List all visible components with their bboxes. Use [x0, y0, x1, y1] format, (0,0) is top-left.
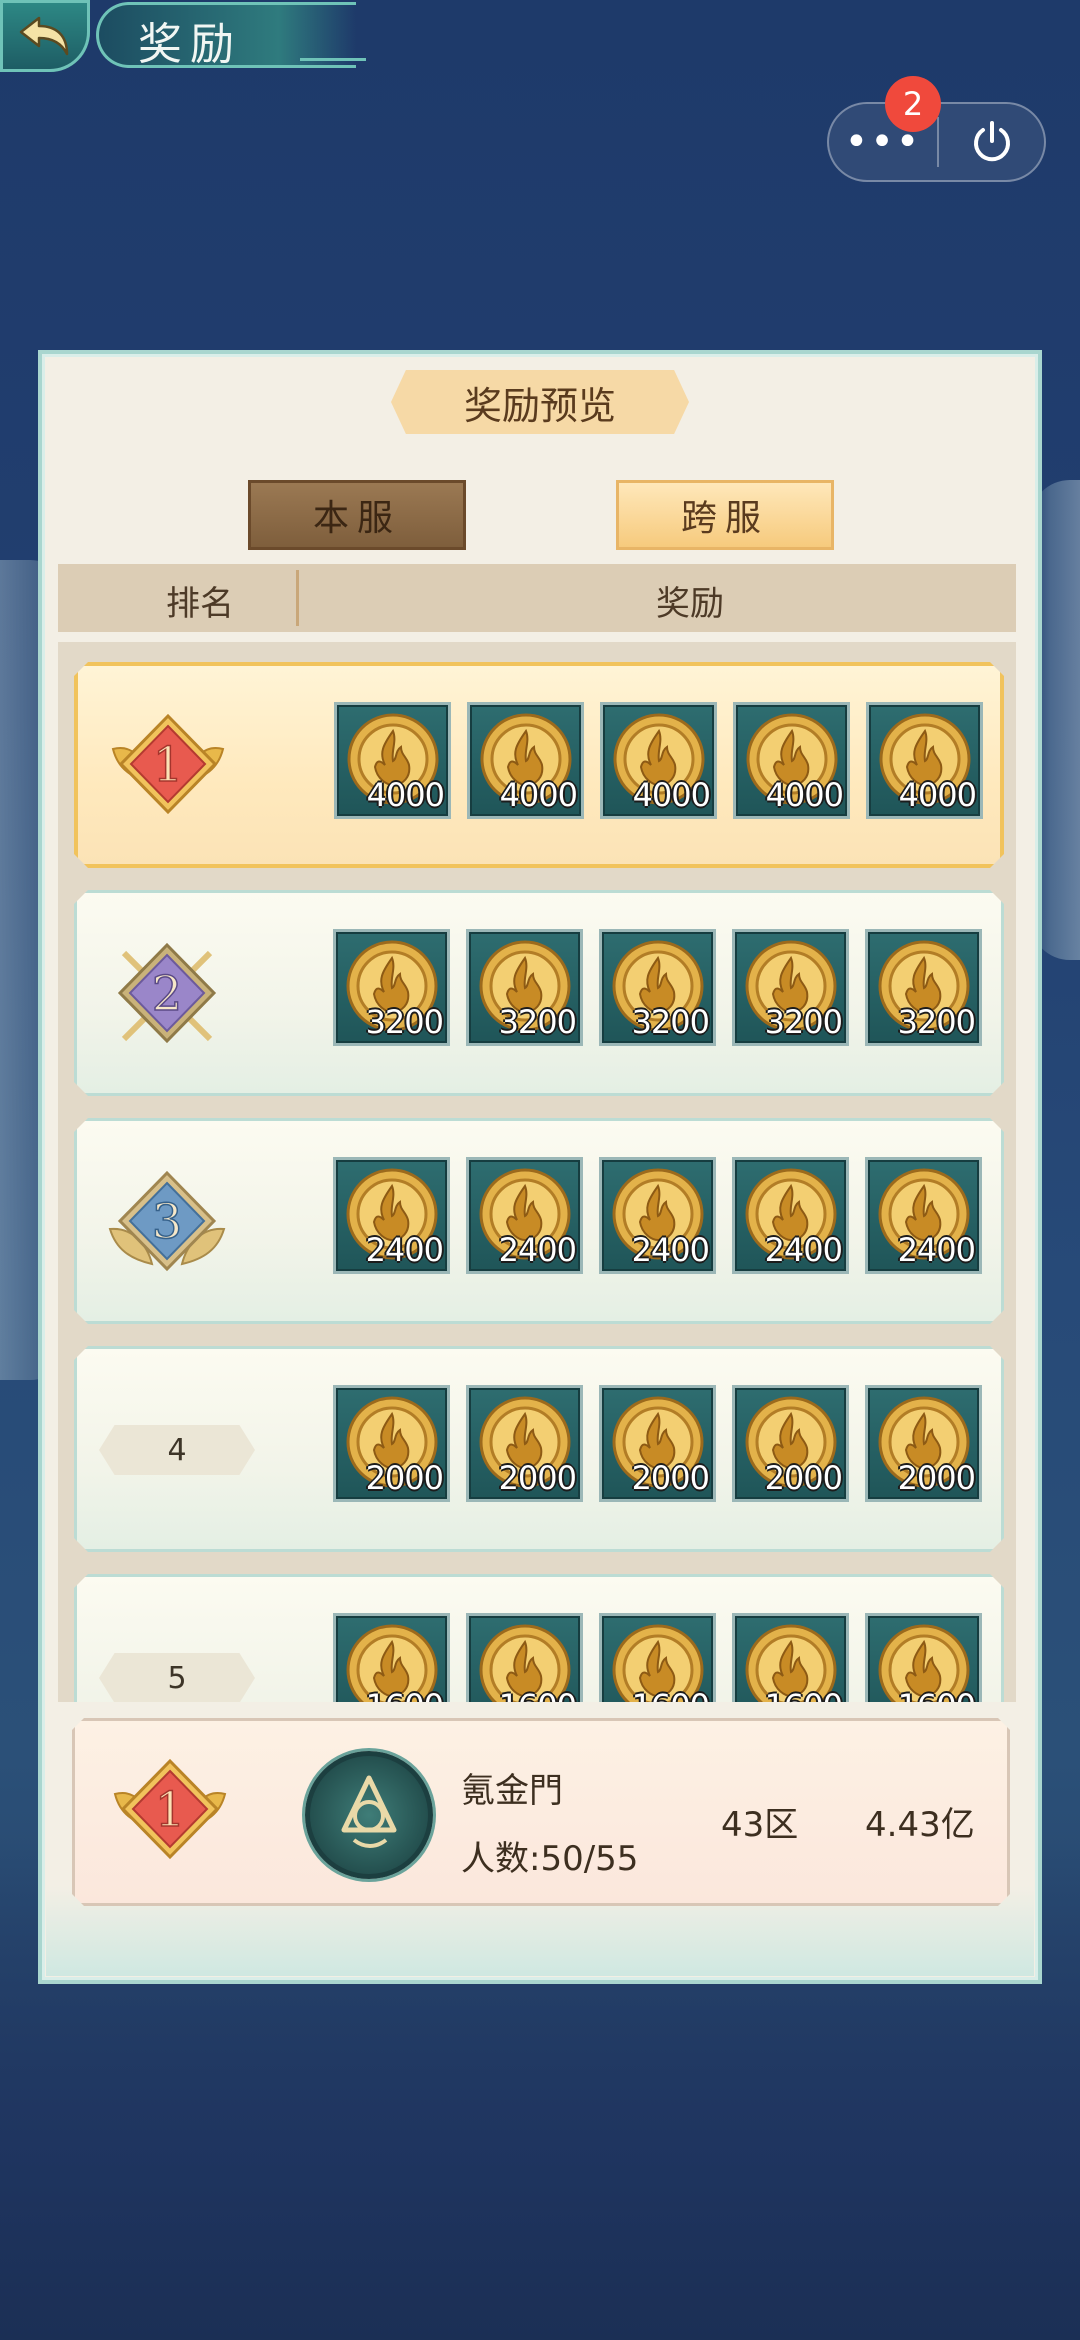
reward-item[interactable]: 4000	[866, 702, 983, 819]
svg-text:2: 2	[152, 966, 183, 1022]
reward-item[interactable]: 3200	[466, 929, 583, 1046]
reward-count: 4000	[765, 776, 843, 814]
tab-local-server[interactable]: 本服	[248, 480, 466, 550]
reward-item[interactable]: 1600	[333, 1613, 450, 1702]
reward-row-5: 5 1600 1600 1600 1600 1600	[74, 1574, 1004, 1702]
back-button[interactable]	[0, 0, 90, 72]
reward-count: 2400	[897, 1231, 975, 1269]
reward-count: 2000	[631, 1459, 709, 1497]
reward-list[interactable]: 1 4000 4000 4000 4000 4000 2 3200 3200 3200 320…	[58, 642, 1016, 1702]
reward-item[interactable]: 2000	[865, 1385, 982, 1502]
top-bar: 奖励	[0, 0, 1080, 80]
reward-count: 2400	[365, 1231, 443, 1269]
reward-item[interactable]: 3200	[732, 929, 849, 1046]
rank-2-badge-icon: 2	[102, 931, 232, 1061]
reward-item[interactable]: 1600	[466, 1613, 583, 1702]
title-underline	[300, 58, 366, 61]
reward-items: 2000 2000 2000 2000 2000	[333, 1385, 982, 1502]
guild-name: 氪金門	[461, 1771, 563, 1811]
reward-item[interactable]: 4000	[334, 702, 451, 819]
reward-row-4: 4 2000 2000 2000 2000 2000	[74, 1346, 1004, 1552]
my-rank-badge-icon: 1	[105, 1749, 235, 1879]
reward-count: 4000	[632, 776, 710, 814]
reward-items: 1600 1600 1600 1600 1600	[333, 1613, 982, 1702]
reward-item[interactable]: 3200	[333, 929, 450, 1046]
reward-item[interactable]: 1600	[865, 1613, 982, 1702]
column-divider	[296, 570, 299, 626]
notification-badge: 2	[885, 76, 941, 132]
reward-count: 2400	[631, 1231, 709, 1269]
reward-count: 2000	[365, 1459, 443, 1497]
reward-items: 4000 4000 4000 4000 4000	[334, 702, 983, 819]
reward-count: 2400	[764, 1231, 842, 1269]
back-arrow-icon	[19, 16, 69, 56]
svg-text:3: 3	[152, 1194, 183, 1250]
reward-count: 3200	[764, 1003, 842, 1041]
reward-item[interactable]: 2400	[599, 1157, 716, 1274]
reward-count: 1600	[499, 1687, 576, 1702]
svg-text:1: 1	[153, 737, 184, 793]
power-icon	[973, 121, 1010, 162]
reward-count: 1600	[632, 1687, 709, 1702]
reward-count: 1600	[765, 1687, 842, 1702]
reward-item[interactable]: 2400	[466, 1157, 583, 1274]
reward-row-3: 3 2400 2400 2400 2400 2400	[74, 1118, 1004, 1324]
rank-5-label: 5	[99, 1653, 255, 1702]
guild-power: 4.43亿	[865, 1805, 975, 1845]
reward-count: 3200	[365, 1003, 443, 1041]
rank-3-badge-icon: 3	[102, 1159, 232, 1289]
svg-text:1: 1	[155, 1782, 186, 1838]
reward-row-2: 2 3200 3200 3200 3200 3200	[74, 890, 1004, 1096]
page-title: 奖励	[138, 19, 242, 70]
reward-count: 4000	[366, 776, 444, 814]
reward-count: 3200	[631, 1003, 709, 1041]
my-guild-rank: 1 氪金門 人数:50/55 43区 4.43亿	[72, 1718, 1010, 1906]
panel-title: 奖励预览	[391, 370, 689, 434]
reward-item[interactable]: 2000	[732, 1385, 849, 1502]
column-rank-label: 排名	[166, 584, 234, 624]
reward-item[interactable]: 1600	[732, 1613, 849, 1702]
reward-count: 2000	[764, 1459, 842, 1497]
reward-item[interactable]: 2000	[333, 1385, 450, 1502]
reward-count: 4000	[898, 776, 976, 814]
column-reward-label: 奖励	[656, 584, 724, 624]
reward-item[interactable]: 2000	[466, 1385, 583, 1502]
reward-count: 3200	[498, 1003, 576, 1041]
reward-item[interactable]: 2400	[333, 1157, 450, 1274]
reward-count: 2400	[498, 1231, 576, 1269]
reward-item[interactable]: 4000	[600, 702, 717, 819]
reward-item[interactable]: 2400	[732, 1157, 849, 1274]
exit-button[interactable]	[939, 117, 1044, 167]
reward-count: 2000	[498, 1459, 576, 1497]
reward-count: 3200	[897, 1003, 975, 1041]
reward-items: 3200 3200 3200 3200 3200	[333, 929, 982, 1046]
reward-items: 2400 2400 2400 2400 2400	[333, 1157, 982, 1274]
tab-cross-server[interactable]: 跨服	[616, 480, 834, 550]
reward-count: 2000	[897, 1459, 975, 1497]
rank-4-label: 4	[99, 1425, 255, 1475]
reward-item[interactable]: 2000	[599, 1385, 716, 1502]
rank-1-badge-icon: 1	[103, 704, 233, 834]
reward-item[interactable]: 2400	[865, 1157, 982, 1274]
reward-item[interactable]: 4000	[467, 702, 584, 819]
reward-item[interactable]: 1600	[599, 1613, 716, 1702]
reward-item[interactable]: 3200	[865, 929, 982, 1046]
reward-count: 4000	[499, 776, 577, 814]
reward-count: 1600	[366, 1687, 443, 1702]
reward-row-1: 1 4000 4000 4000 4000 4000	[74, 662, 1004, 868]
reward-count: 1600	[898, 1687, 975, 1702]
guild-emblem-icon	[305, 1751, 433, 1879]
reward-item[interactable]: 3200	[599, 929, 716, 1046]
guild-server: 43区	[721, 1805, 799, 1845]
guild-members: 人数:50/55	[461, 1839, 639, 1879]
reward-item[interactable]: 4000	[733, 702, 850, 819]
